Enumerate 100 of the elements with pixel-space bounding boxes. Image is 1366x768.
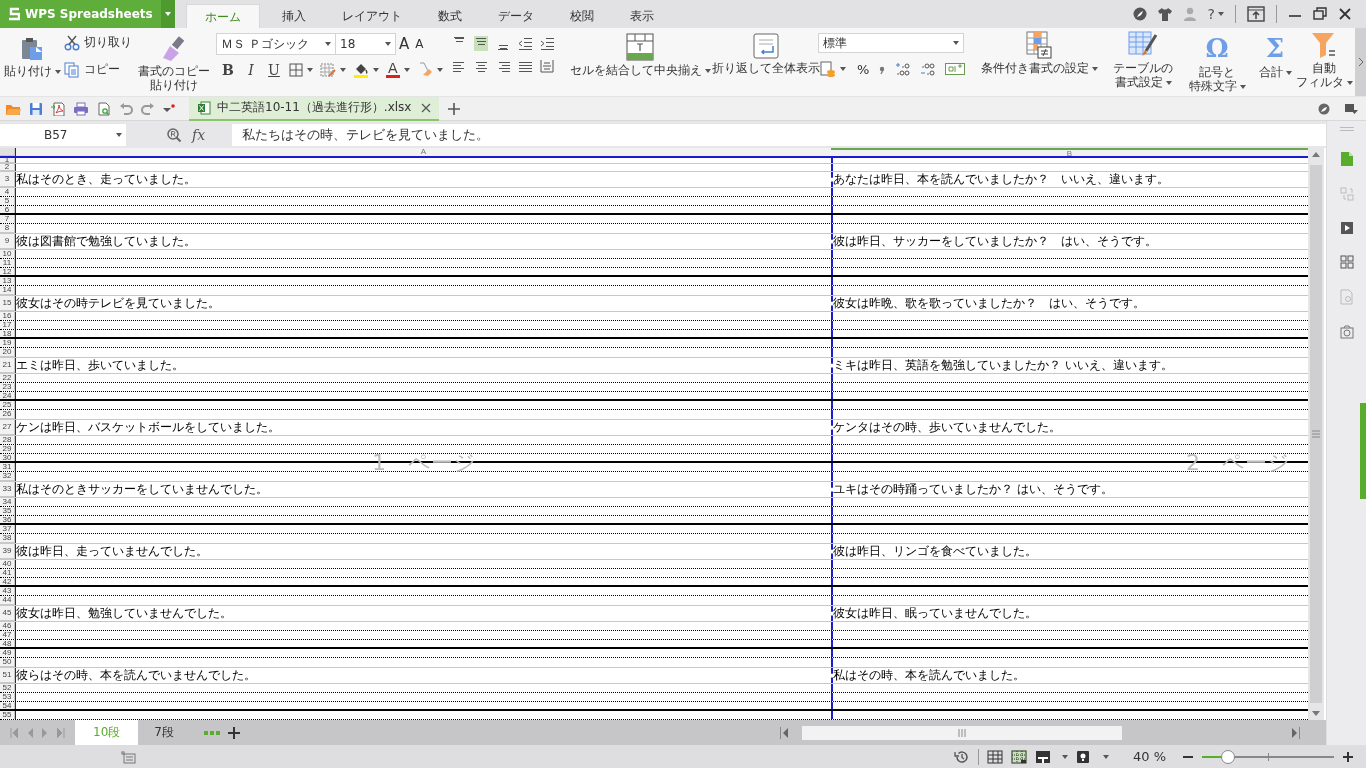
window-upload-icon[interactable] <box>1247 6 1265 22</box>
increase-decimal-icon[interactable] <box>895 62 912 76</box>
normal-view-icon[interactable] <box>986 749 1003 764</box>
row-number[interactable]: 50 <box>0 658 15 667</box>
row-number[interactable]: 43 <box>0 587 15 595</box>
formula-field[interactable]: 私たちはその時、テレビを見ていました。 <box>232 123 1326 146</box>
row-number[interactable]: 6 <box>0 206 15 213</box>
row-number[interactable]: 40 <box>0 560 15 568</box>
percent-button[interactable]: % <box>857 61 870 77</box>
sum-button[interactable]: Σ 合計 <box>1256 33 1294 79</box>
printer-icon[interactable] <box>73 101 89 116</box>
scroll-left-icon[interactable] <box>780 726 788 739</box>
caret-icon[interactable] <box>436 67 443 72</box>
help-button[interactable]: ? <box>1207 6 1224 22</box>
row-number[interactable]: 47 <box>0 631 15 639</box>
backup-icon[interactable] <box>1339 325 1354 339</box>
align-center-icon[interactable] <box>474 59 488 74</box>
row-number[interactable]: 19 <box>0 339 15 347</box>
scrollbar-thumb[interactable] <box>1310 165 1322 703</box>
align-indent-icon[interactable] <box>540 36 554 51</box>
table-format-button[interactable]: テーブルの 書式設定 <box>1111 31 1175 89</box>
close-icon[interactable] <box>421 102 431 113</box>
pdf-export-icon[interactable] <box>51 101 65 116</box>
row-number[interactable]: 52 <box>0 684 15 692</box>
page-break-view-icon[interactable] <box>1010 749 1027 764</box>
save-icon[interactable] <box>29 101 43 116</box>
row-number[interactable]: 2 <box>0 164 15 171</box>
font-color-button[interactable]: A <box>384 61 412 78</box>
autofilter-button[interactable]: 自動 フィルタ <box>1293 31 1355 89</box>
row-number[interactable]: 12 <box>0 268 15 275</box>
row-number[interactable]: 4 <box>0 188 15 196</box>
caret-icon[interactable] <box>704 68 711 73</box>
row-number[interactable]: 37 <box>0 525 15 533</box>
row-number[interactable]: 48 <box>0 640 15 647</box>
page-layout-view-icon[interactable] <box>1034 749 1051 764</box>
row-number[interactable]: 8 <box>0 224 15 233</box>
row-number[interactable]: 16 <box>0 312 15 320</box>
name-box[interactable]: B57 <box>0 123 126 146</box>
shirt-icon[interactable] <box>1157 7 1172 21</box>
align-middle-icon[interactable] <box>474 36 488 51</box>
symbol-button[interactable]: Ω 記号と 特殊文字 <box>1186 33 1248 93</box>
close-icon[interactable] <box>1338 7 1352 21</box>
caret-icon[interactable] <box>54 69 61 74</box>
row-number[interactable]: 53 <box>0 693 15 701</box>
caret-icon[interactable] <box>1165 80 1172 85</box>
add-sheet-icon[interactable] <box>227 726 240 739</box>
menu-tab[interactable]: データ <box>483 4 548 28</box>
row-number[interactable]: 39 <box>0 544 15 559</box>
align-right-icon[interactable] <box>496 59 510 74</box>
row-number[interactable]: 30 <box>0 454 15 461</box>
row-number[interactable]: 27 <box>0 420 15 435</box>
cell-style-button[interactable] <box>318 62 348 77</box>
scroll-up-icon[interactable] <box>1312 152 1320 157</box>
row-number[interactable]: 11 <box>0 259 15 267</box>
row-number[interactable]: 44 <box>0 596 15 605</box>
caret-icon[interactable] <box>340 67 346 72</box>
restore-icon[interactable] <box>1313 7 1327 21</box>
ribbon-collapse-icon[interactable] <box>1344 102 1358 115</box>
row-number[interactable]: 10 <box>0 250 15 258</box>
row-number[interactable]: 17 <box>0 321 15 329</box>
find-function-icon[interactable] <box>166 126 182 143</box>
format-painter-button[interactable]: 書式のコピー 貼り付け <box>136 36 212 92</box>
leaf-badge-icon[interactable] <box>1132 7 1147 21</box>
decrease-decimal-icon[interactable] <box>920 62 937 76</box>
scrollbar-thumb[interactable] <box>802 725 1122 740</box>
row-number[interactable]: 20 <box>0 348 15 357</box>
row-number[interactable]: 45 <box>0 606 15 621</box>
zoom-in-icon[interactable] <box>1342 750 1354 763</box>
italic-button[interactable]: I <box>241 61 261 78</box>
row-number[interactable]: 7 <box>0 215 15 223</box>
zoom-slider[interactable] <box>1202 749 1334 764</box>
insert-function-button[interactable]: fx <box>192 126 222 143</box>
row-number[interactable]: 28 <box>0 436 15 444</box>
copy-button[interactable]: コピー <box>64 61 132 78</box>
align-justify-icon[interactable] <box>518 59 532 74</box>
row-number[interactable]: 32 <box>0 472 15 481</box>
sheet-tab[interactable]: 7段 <box>138 720 190 745</box>
slider-thumb[interactable] <box>1221 749 1236 764</box>
row-number[interactable]: 38 <box>0 534 15 543</box>
row-number[interactable]: 15 <box>0 296 15 311</box>
caret-icon[interactable] <box>1218 12 1224 16</box>
row-number[interactable]: 1 <box>0 158 15 163</box>
row-number[interactable]: 23 <box>0 383 15 391</box>
currency-button[interactable] <box>818 61 848 77</box>
caret-icon[interactable] <box>1346 80 1353 85</box>
menu-tab[interactable]: 挿入 <box>267 4 320 28</box>
grow-font-button[interactable]: A <box>396 35 413 53</box>
conditional-format-button[interactable]: 条件付き書式の設定 <box>978 31 1100 75</box>
merge-center-button[interactable]: セルを結合して中央揃え <box>567 33 713 77</box>
media-panel-icon[interactable] <box>1339 221 1354 235</box>
caret-icon[interactable] <box>953 41 959 45</box>
row-number[interactable]: 26 <box>0 410 15 419</box>
row-number[interactable]: 5 <box>0 197 15 205</box>
align-left-icon[interactable] <box>452 59 466 74</box>
row-number[interactable]: 51 <box>0 668 15 683</box>
row-number[interactable]: 55 <box>0 711 15 719</box>
row-number[interactable]: 29 <box>0 445 15 453</box>
caret-icon[interactable] <box>1285 70 1292 75</box>
menu-tab[interactable]: 校閲 <box>555 4 608 28</box>
row-number[interactable]: 42 <box>0 578 15 585</box>
